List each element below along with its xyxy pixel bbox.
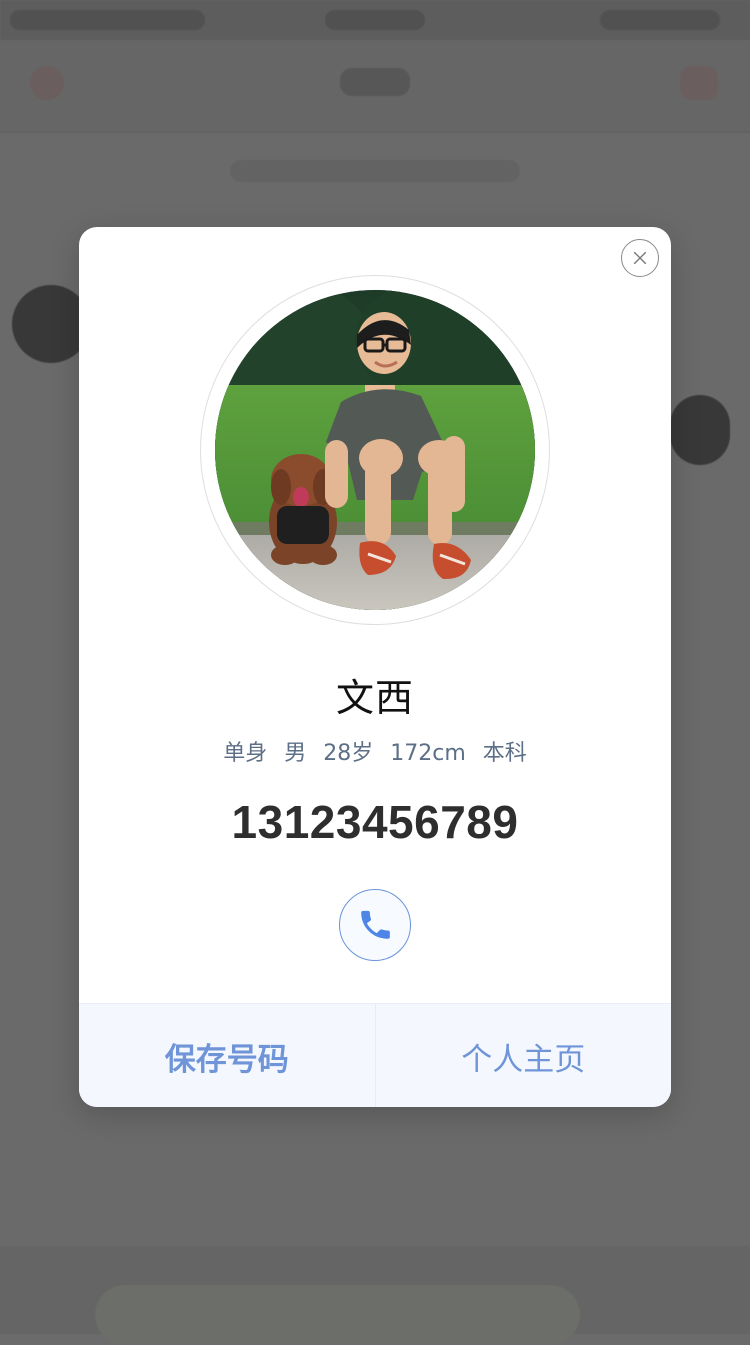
background-input	[95, 1285, 580, 1345]
save-number-button[interactable]: 保存号码	[79, 1004, 375, 1107]
background-nav-bar	[0, 40, 750, 133]
phone-number: 13123456789	[231, 796, 519, 848]
call-button[interactable]	[339, 889, 411, 961]
meta-gender: 男	[284, 741, 307, 766]
profile-meta: 单身 男 28岁 172cm 本科	[79, 735, 671, 767]
profile-name: 文西	[335, 676, 414, 720]
profile-modal: 文西 单身 男 28岁 172cm 本科 13123456789 保存号码 个人…	[79, 227, 671, 1107]
close-button[interactable]	[621, 239, 659, 277]
background-avatar-right	[670, 395, 730, 465]
close-icon	[633, 251, 647, 265]
background-status-bar	[0, 0, 750, 40]
avatar	[215, 290, 535, 610]
meta-height: 172cm	[390, 741, 466, 766]
profile-page-button[interactable]: 个人主页	[376, 1004, 672, 1107]
avatar-photo	[215, 290, 535, 610]
phone-icon	[361, 910, 390, 939]
avatar-frame	[200, 275, 550, 625]
meta-education: 本科	[482, 741, 527, 766]
meta-age: 28岁	[323, 741, 374, 766]
modal-footer: 保存号码 个人主页	[79, 1003, 671, 1107]
background-hint	[230, 160, 520, 182]
meta-marital-status: 单身	[223, 741, 268, 766]
